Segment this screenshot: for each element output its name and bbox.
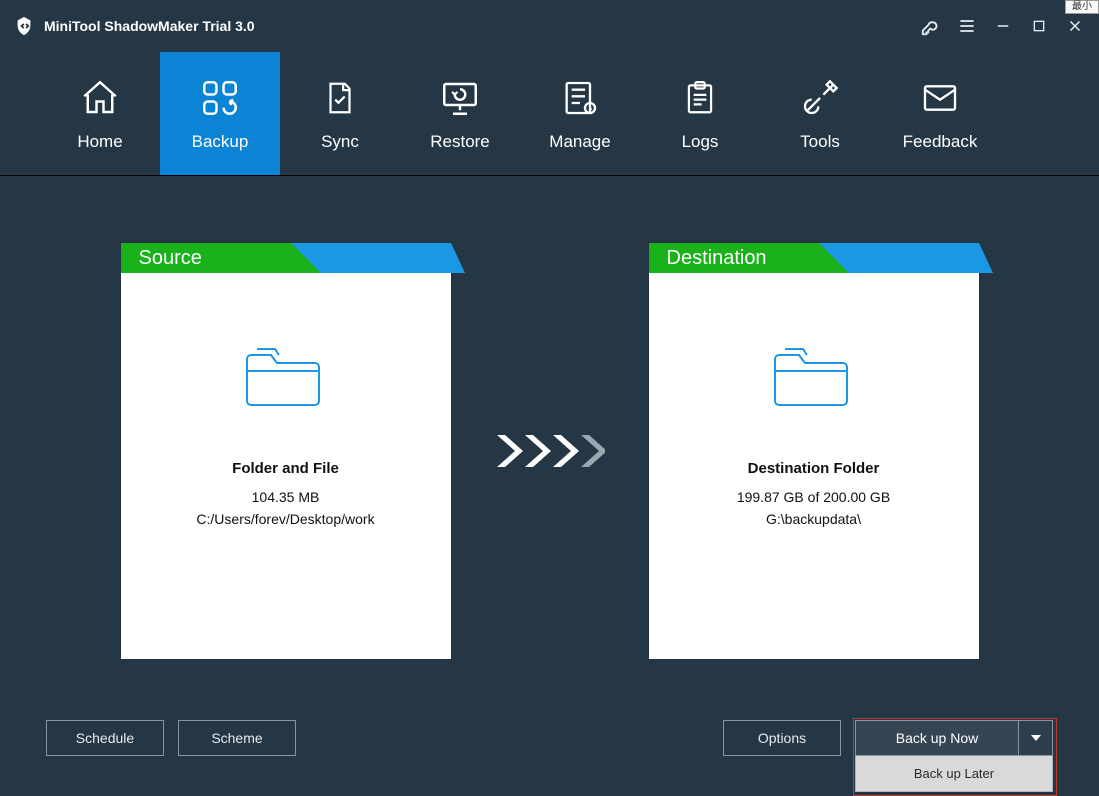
nav-sync-label: Sync	[321, 132, 359, 152]
key-icon[interactable]	[913, 8, 949, 44]
backup-icon	[199, 76, 241, 120]
destination-tab-bar: Destination	[649, 243, 979, 273]
titlebar: MiniTool ShadowMaker Trial 3.0 最小	[0, 0, 1099, 52]
backup-now-button[interactable]: Back up Now	[855, 720, 1019, 756]
source-path: C:/Users/forev/Desktop/work	[196, 511, 374, 527]
content-area: Source Folder and File 104.35 MB C:/User…	[0, 176, 1099, 716]
backup-later-option[interactable]: Back up Later	[855, 756, 1053, 792]
destination-size: 199.87 GB of 200.00 GB	[737, 489, 890, 505]
app-logo-icon	[12, 14, 36, 38]
nav-feedback[interactable]: Feedback	[880, 52, 1000, 175]
manage-icon	[560, 76, 600, 120]
maximize-button[interactable]	[1021, 8, 1057, 44]
navbar: Home Backup Sync Restore Manage Logs T	[0, 52, 1099, 176]
nav-backup-label: Backup	[192, 132, 249, 152]
feedback-icon	[920, 76, 960, 120]
nav-logs[interactable]: Logs	[640, 52, 760, 175]
source-panel[interactable]: Source Folder and File 104.35 MB C:/User…	[121, 243, 451, 659]
nav-sync[interactable]: Sync	[280, 52, 400, 175]
folder-icon	[771, 341, 857, 418]
mini-badge: 最小	[1065, 0, 1099, 14]
nav-tools-label: Tools	[800, 132, 840, 152]
restore-icon	[439, 76, 481, 120]
nav-restore-label: Restore	[430, 132, 490, 152]
nav-backup[interactable]: Backup	[160, 52, 280, 175]
sync-icon	[321, 76, 359, 120]
backup-dropdown-toggle[interactable]	[1019, 720, 1053, 756]
scheme-button[interactable]: Scheme	[178, 720, 296, 756]
nav-logs-label: Logs	[682, 132, 719, 152]
source-tab: Source	[121, 243, 291, 273]
nav-manage[interactable]: Manage	[520, 52, 640, 175]
footer: Schedule Scheme Options Back up Now Back…	[0, 712, 1099, 792]
app-title: MiniTool ShadowMaker Trial 3.0	[44, 18, 255, 34]
nav-feedback-label: Feedback	[903, 132, 978, 152]
home-icon	[79, 76, 121, 120]
titlebar-left: MiniTool ShadowMaker Trial 3.0	[12, 14, 255, 38]
tools-icon	[800, 76, 840, 120]
source-title: Folder and File	[232, 460, 339, 477]
logs-icon	[681, 76, 719, 120]
menu-icon[interactable]	[949, 8, 985, 44]
nav-manage-label: Manage	[549, 132, 610, 152]
destination-tab: Destination	[649, 243, 819, 273]
nav-tools[interactable]: Tools	[760, 52, 880, 175]
options-button[interactable]: Options	[723, 720, 841, 756]
folder-icon	[243, 341, 329, 418]
footer-right: Options Back up Now Back up Later	[723, 712, 1053, 756]
nav-home-label: Home	[77, 132, 122, 152]
nav-restore[interactable]: Restore	[400, 52, 520, 175]
schedule-button[interactable]: Schedule	[46, 720, 164, 756]
minimize-button[interactable]	[985, 8, 1021, 44]
destination-panel[interactable]: Destination Destination Folder 199.87 GB…	[649, 243, 979, 659]
arrow-separator	[495, 431, 605, 471]
backup-split-button: Back up Now Back up Later	[855, 720, 1053, 756]
source-size: 104.35 MB	[252, 489, 320, 505]
nav-home[interactable]: Home	[40, 52, 160, 175]
source-tab-bar: Source	[121, 243, 451, 273]
destination-path: G:\backupdata\	[766, 511, 861, 527]
destination-title: Destination Folder	[748, 460, 880, 477]
